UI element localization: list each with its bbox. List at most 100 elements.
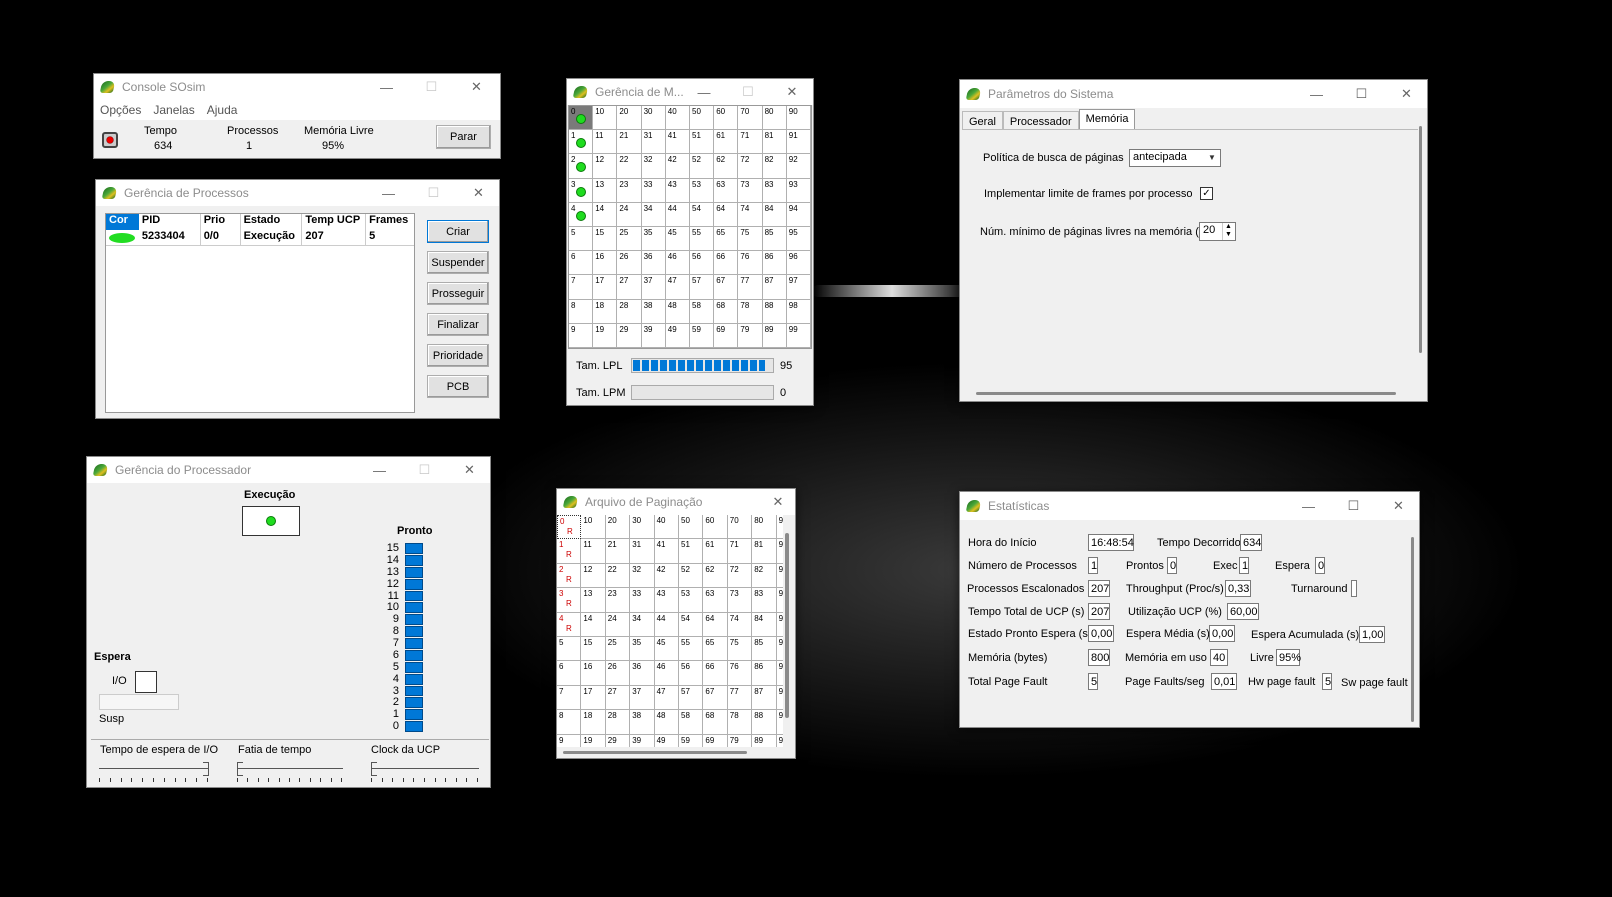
finalizar-button[interactable]: Finalizar bbox=[427, 313, 489, 336]
politica-busca-select[interactable]: antecipada ▼ bbox=[1129, 149, 1221, 167]
spinner-arrows-icon[interactable]: ▲ ▼ bbox=[1222, 223, 1234, 240]
parar-button[interactable]: Parar bbox=[436, 125, 491, 149]
criar-button[interactable]: Criar bbox=[427, 220, 489, 243]
memory-frame-cell: 77 bbox=[738, 275, 763, 300]
col-temp-ucp[interactable]: Temp UCP bbox=[302, 214, 367, 230]
maximize-icon[interactable]: ☐ bbox=[1331, 498, 1376, 514]
paging-file-cell: 83 bbox=[752, 588, 777, 613]
paging-file-label: 74 bbox=[729, 613, 739, 623]
pcb-button[interactable]: PCB bbox=[427, 375, 489, 398]
paginacao-title: Arquivo de Paginação bbox=[585, 495, 703, 509]
limite-frames-checkbox[interactable]: ✓ bbox=[1200, 187, 1213, 200]
clock-ucp-slider[interactable] bbox=[371, 762, 479, 782]
paging-file-label: 81 bbox=[754, 540, 764, 550]
paging-file-cell: 34 bbox=[630, 612, 655, 637]
memory-frame-cell: 32 bbox=[641, 154, 666, 179]
memory-frame-cell: 10 bbox=[593, 106, 618, 131]
tab-geral[interactable]: Geral bbox=[962, 111, 1003, 129]
fatia-tempo-slider[interactable] bbox=[237, 762, 343, 782]
memory-frame-cell: 71 bbox=[738, 130, 763, 155]
minimize-icon[interactable]: — bbox=[357, 463, 402, 478]
slider-thumb[interactable] bbox=[237, 762, 243, 776]
suspender-button[interactable]: Suspender bbox=[427, 251, 489, 274]
memory-frame-label: 65 bbox=[716, 228, 726, 237]
memory-frame-cell: 89 bbox=[762, 323, 787, 348]
close-icon[interactable]: ✕ bbox=[447, 462, 490, 478]
memory-frame-cell: 95 bbox=[786, 227, 811, 252]
estatisticas-titlebar[interactable]: Estatísticas — ☐ ✕ bbox=[960, 492, 1419, 520]
paging-file-label: 45 bbox=[656, 638, 666, 647]
close-icon[interactable]: ✕ bbox=[1384, 86, 1427, 102]
paging-file-label: 34 bbox=[632, 613, 642, 623]
memory-frame-cell: 29 bbox=[617, 323, 642, 348]
paging-file-label: 9 bbox=[559, 735, 564, 745]
min-paginas-spinner[interactable]: 20 ▲ ▼ bbox=[1199, 222, 1236, 241]
paginacao-horizontal-scrollbar[interactable] bbox=[563, 751, 747, 754]
processador-titlebar[interactable]: Gerência do Processador — ☐ ✕ bbox=[87, 457, 490, 483]
paginacao-titlebar[interactable]: Arquivo de Paginação ✕ bbox=[557, 489, 795, 515]
col-estado[interactable]: Estado bbox=[241, 214, 303, 230]
col-frames[interactable]: Frames bbox=[366, 214, 414, 230]
paging-file-label: 68 bbox=[705, 711, 715, 721]
tempo-espera-io-slider[interactable] bbox=[99, 762, 209, 782]
processos-titlebar[interactable]: Gerência de Processos — ☐ ✕ bbox=[96, 180, 499, 206]
slider-thumb[interactable] bbox=[371, 762, 377, 776]
parametros-horizontal-scrollbar[interactable] bbox=[976, 392, 1396, 395]
menu-opcoes[interactable]: Opções bbox=[94, 103, 147, 117]
minimize-icon[interactable]: — bbox=[1294, 87, 1339, 102]
minimize-icon[interactable]: — bbox=[364, 80, 409, 95]
minimize-icon[interactable]: — bbox=[1286, 499, 1331, 514]
close-icon[interactable]: ✕ bbox=[1376, 498, 1419, 514]
col-pid[interactable]: PID bbox=[139, 214, 201, 230]
close-icon[interactable]: ✕ bbox=[454, 79, 499, 95]
maximize-icon[interactable]: ☐ bbox=[1339, 86, 1384, 102]
tab-processador[interactable]: Processador bbox=[1002, 111, 1079, 129]
paging-file-label: 9 bbox=[778, 613, 783, 623]
memory-frame-label: 81 bbox=[764, 131, 774, 141]
ready-level-label: 14 bbox=[386, 553, 399, 566]
memoria-titlebar[interactable]: Gerência de M... — ☐ ✕ bbox=[567, 79, 813, 105]
paginacao-vertical-scrollbar[interactable] bbox=[785, 533, 789, 718]
menu-janelas[interactable]: Janelas bbox=[147, 103, 200, 117]
col-cor[interactable]: Cor bbox=[106, 214, 139, 230]
hora-inicio-label: Hora do Início bbox=[968, 537, 1037, 549]
minimize-icon[interactable]: — bbox=[366, 186, 411, 201]
memory-frame-cell: 54 bbox=[690, 202, 715, 227]
estatisticas-vertical-scrollbar[interactable] bbox=[1411, 537, 1414, 722]
memory-frame-label: 27 bbox=[619, 276, 629, 286]
table-row[interactable]: 5233404 0/0 Execução 207 5 bbox=[106, 230, 414, 246]
parametros-titlebar[interactable]: Parâmetros do Sistema — ☐ ✕ bbox=[960, 80, 1427, 108]
memory-frame-cell: 17 bbox=[593, 275, 618, 300]
memory-frame-cell: 38 bbox=[641, 299, 666, 324]
close-icon[interactable]: ✕ bbox=[456, 185, 499, 201]
memory-frame-label: 38 bbox=[643, 300, 653, 310]
paging-file-label: 14 bbox=[583, 613, 593, 623]
memory-frame-cell: 27 bbox=[617, 275, 642, 300]
paging-file-label: 69 bbox=[705, 735, 715, 745]
paging-file-cell: 42 bbox=[654, 563, 679, 589]
paging-file-label: 44 bbox=[656, 613, 666, 623]
menu-ajuda[interactable]: Ajuda bbox=[201, 103, 244, 117]
console-titlebar[interactable]: Console SOsim — ☐ ✕ bbox=[94, 74, 500, 100]
paging-file-label: 85 bbox=[754, 638, 764, 647]
paging-file-cell: 76 bbox=[727, 661, 753, 686]
memory-frame-cell: 67 bbox=[714, 275, 739, 300]
slider-tick bbox=[163, 778, 165, 782]
minimize-icon[interactable]: — bbox=[682, 85, 726, 100]
paging-file-cell: 64 bbox=[703, 612, 728, 637]
col-prio[interactable]: Prio bbox=[201, 214, 241, 230]
paging-file-cell: 72 bbox=[727, 563, 753, 589]
tab-memoria[interactable]: Memória bbox=[1078, 109, 1136, 129]
prosseguir-button[interactable]: Prosseguir bbox=[427, 282, 489, 305]
prioridade-button[interactable]: Prioridade bbox=[427, 344, 489, 367]
parametros-vertical-scrollbar[interactable] bbox=[1419, 126, 1422, 353]
memory-frame-label: 77 bbox=[740, 276, 750, 286]
slider-thumb[interactable] bbox=[203, 762, 209, 776]
close-icon[interactable]: ✕ bbox=[763, 494, 793, 510]
record-icon[interactable] bbox=[102, 132, 118, 148]
paging-file-cell: 70 bbox=[727, 515, 753, 540]
paging-file-cell: 82 bbox=[752, 563, 777, 589]
paging-file-label: 53 bbox=[681, 589, 690, 599]
min-paginas-label: Núm. mínimo de páginas livres na memória… bbox=[980, 226, 1213, 238]
close-icon[interactable]: ✕ bbox=[770, 84, 813, 100]
